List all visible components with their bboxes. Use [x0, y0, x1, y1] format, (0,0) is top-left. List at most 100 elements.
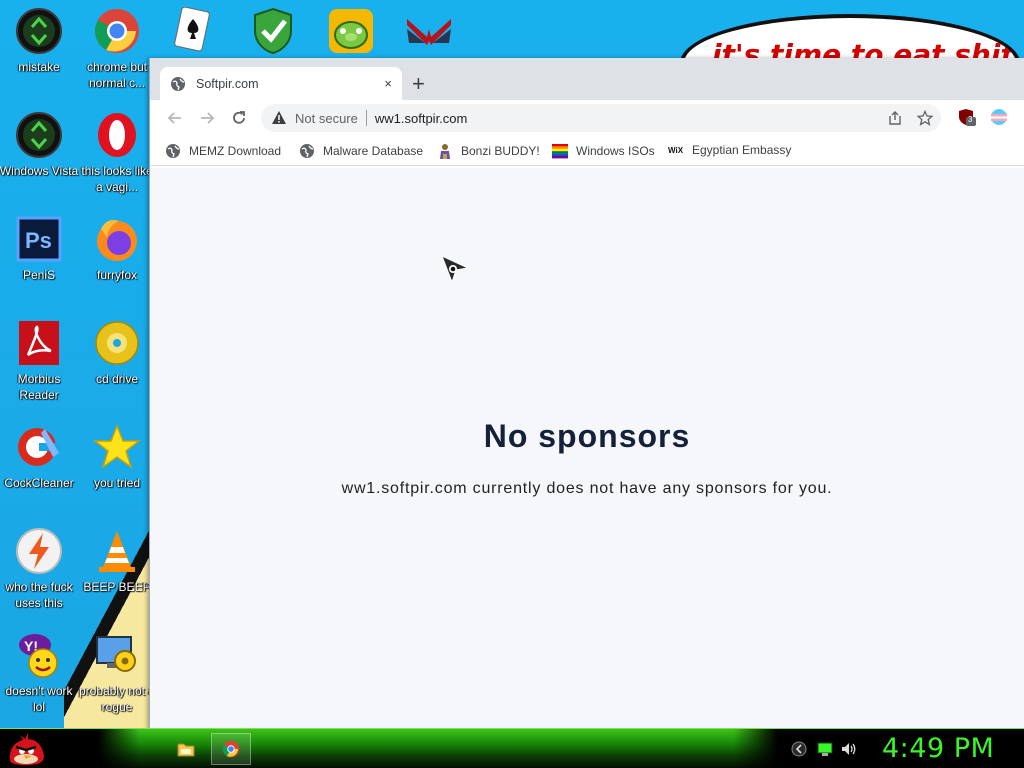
bad-piggies-icon — [329, 9, 373, 53]
bookmark-label: Bonzi BUDDY! — [461, 144, 540, 158]
opera-icon — [98, 113, 136, 157]
page-message: ww1.softpir.com currently does not have … — [341, 480, 833, 497]
browser-toolbar: Not secure ww1.softpir.com 3 — [150, 100, 1024, 136]
address-divider — [365, 110, 367, 126]
folder-icon — [177, 743, 195, 757]
globe-icon — [300, 144, 314, 158]
speaker-volume-icon[interactable] — [841, 741, 857, 757]
extension-badge: 3 — [968, 115, 973, 124]
chrome-browser-window: Softpir.com × + Not secure ww1.softpir.c… — [149, 58, 1024, 730]
ublock-extension-icon[interactable]: 3 — [958, 108, 976, 126]
taskbar-chrome[interactable] — [211, 733, 251, 765]
bookmark-label: Egyptian Embassy — [692, 143, 792, 157]
desktop-icon-label: who the fuck uses this — [5, 580, 73, 610]
desktop-icon-mistake[interactable]: mistake — [0, 7, 79, 75]
desktop-icon-cockcleaner[interactable]: CockCleaner — [0, 423, 79, 491]
desktop-icon-cd-drive[interactable]: cd drive — [77, 319, 157, 387]
taskbar-clock[interactable]: 4:49 PM — [882, 733, 994, 764]
desktop-icon-beep-beep[interactable]: BEEP BEEP — [77, 527, 157, 595]
url-text[interactable]: ww1.softpir.com — [375, 111, 467, 126]
ccleaner-icon — [18, 428, 61, 466]
desktop-icon-you-tried[interactable]: you tried — [77, 423, 157, 491]
desktop-icon-label: CockCleaner — [4, 476, 74, 490]
desktop-icon-morbius-reader[interactable]: Morbius Reader — [0, 319, 79, 403]
system-settings-icon — [96, 636, 136, 672]
desktop-icon-chrome[interactable]: chrome but normal c... — [77, 7, 157, 91]
wings-logo-icon — [407, 19, 451, 45]
wix-icon: WiX — [668, 145, 684, 155]
flash-icon — [16, 528, 62, 574]
desktop-icon-label: chrome but normal c... — [86, 60, 148, 90]
show-hidden-icons-chevron-icon[interactable] — [791, 741, 807, 757]
desktop-icon-label: you tried — [93, 476, 141, 490]
recycle-bin-icon — [16, 8, 62, 54]
desktop-icon-wings-logo[interactable] — [389, 7, 469, 59]
desktop-icon-solitaire[interactable] — [150, 7, 230, 59]
forward-arrow-icon[interactable] — [197, 108, 217, 128]
flag-extension-icon[interactable] — [990, 108, 1008, 126]
desktop-icon-label: furryfox — [96, 268, 137, 282]
bookmark-egyptian-embassy[interactable]: WiX Egyptian Embassy — [668, 143, 791, 157]
desktop-icon-doesnt-work[interactable]: Y! doesn't work lol — [0, 631, 79, 715]
solitaire-icon — [174, 7, 210, 52]
recycle-bin-icon — [16, 112, 62, 158]
bonzi-icon — [440, 144, 450, 159]
bookmark-label: Windows ISOs — [576, 144, 655, 158]
desktop-icon-probably-not-rogue[interactable]: probably not a rogue — [77, 631, 157, 715]
chrome-icon — [95, 9, 139, 53]
bookmark-star-icon[interactable] — [917, 110, 933, 126]
desktop-icon-penis[interactable]: Ps PeniS — [0, 215, 79, 283]
photoshop-icon: Ps — [16, 216, 62, 262]
desktop-icon-windows-vista[interactable]: Windows Vista — [0, 111, 79, 179]
start-button-angry-bird-icon[interactable] — [6, 731, 46, 767]
security-shield-icon — [254, 7, 292, 55]
desktop-icon-furryfox[interactable]: furryfox — [77, 215, 157, 283]
tab-strip: Softpir.com × + — [150, 58, 1024, 100]
desktop-icon-security-shield[interactable] — [233, 7, 313, 59]
globe-icon — [171, 76, 185, 91]
tab-title: Softpir.com — [196, 76, 259, 91]
tab-close-icon[interactable]: × — [384, 76, 392, 91]
warning-triangle-icon[interactable] — [271, 110, 287, 126]
desktop-icon-label: doesn't work lol — [5, 684, 73, 714]
mouse-cursor-icon — [441, 255, 470, 284]
share-icon[interactable] — [887, 110, 903, 126]
desktop-icon-label: BEEP BEEP — [83, 580, 151, 594]
desktop-icon-label: cd drive — [95, 372, 139, 386]
star-icon — [93, 423, 141, 469]
page-content: No sponsors ww1.softpir.com currently do… — [150, 168, 1024, 730]
desktop-icon-label: mistake — [18, 60, 60, 74]
bookmarks-bar: MEMZ Download Malware Database Bonzi BUD… — [150, 136, 1024, 166]
desktop-icon-label: PeniS — [22, 268, 56, 282]
bookmark-memz-download[interactable]: MEMZ Download — [165, 143, 281, 159]
svg-text:Ps: Ps — [25, 228, 52, 253]
desktop-icon-label: probably not a rogue — [78, 684, 156, 714]
firefox-icon — [97, 220, 137, 261]
bookmark-bonzi-buddy[interactable]: Bonzi BUDDY! — [437, 143, 540, 159]
bookmark-label: Malware Database — [323, 144, 424, 158]
desktop-icon-bad-piggies[interactable] — [311, 7, 391, 59]
address-bar[interactable]: Not secure ww1.softpir.com — [261, 104, 941, 132]
cd-drive-icon — [95, 321, 139, 365]
bookmark-label: MEMZ Download — [189, 144, 282, 158]
pdf-reader-icon — [19, 321, 59, 365]
desktop-icon-who-uses-this[interactable]: who the fuck uses this — [0, 527, 79, 611]
chrome-icon — [222, 740, 240, 758]
desktop-icon-label: Morbius Reader — [17, 372, 61, 402]
rainbow-flag-icon — [552, 144, 568, 159]
page-heading: No sponsors — [483, 418, 691, 454]
yahoo-messenger-icon: Y! — [19, 634, 58, 678]
desktop-icon-opera[interactable]: this looks like a vagi... — [77, 111, 157, 195]
new-tab-button[interactable]: + — [412, 71, 425, 97]
security-status[interactable]: Not secure — [295, 111, 358, 126]
bookmark-malware-database[interactable]: Malware Database — [299, 143, 423, 159]
taskbar-file-explorer[interactable] — [166, 733, 206, 765]
tab-softpir[interactable]: Softpir.com × — [160, 67, 402, 100]
vlc-cone-icon — [99, 531, 135, 572]
globe-icon — [166, 144, 180, 158]
desktop-icon-label: Windows Vista — [0, 164, 79, 178]
bookmark-windows-isos[interactable]: Windows ISOs — [552, 143, 655, 159]
network-monitor-icon[interactable] — [817, 741, 833, 757]
reload-icon[interactable] — [229, 108, 249, 128]
back-arrow-icon[interactable] — [165, 108, 185, 128]
